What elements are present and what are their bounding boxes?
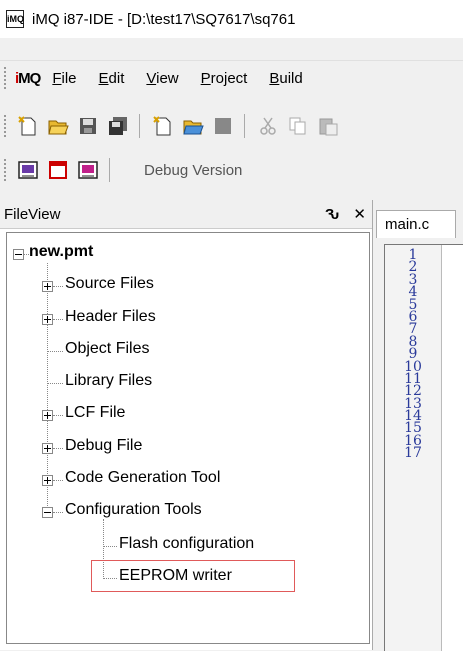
tree-item-configuration-tools[interactable]: Configuration Tools bbox=[65, 501, 202, 519]
menu-project[interactable]: Project bbox=[201, 70, 248, 87]
menu-view[interactable]: View bbox=[146, 70, 178, 87]
menubar-grip[interactable] bbox=[4, 67, 9, 89]
tree-item-debug-file[interactable]: Debug File bbox=[65, 437, 142, 455]
tree-line bbox=[47, 351, 63, 352]
toolbar-separator bbox=[139, 114, 140, 138]
toolbar-separator bbox=[244, 114, 245, 138]
menu-file[interactable]: File bbox=[52, 70, 76, 87]
build-configuration-label[interactable]: Debug Version bbox=[144, 162, 242, 179]
memory-icon[interactable] bbox=[17, 159, 39, 181]
window-icon[interactable] bbox=[47, 159, 69, 181]
menu-build[interactable]: Build bbox=[269, 70, 302, 87]
tree-line bbox=[53, 448, 63, 449]
line-number: 17 bbox=[404, 445, 422, 462]
tree-root-new-pmt[interactable]: new.pmt bbox=[29, 243, 93, 261]
expand-toggle-lcf-file[interactable] bbox=[42, 410, 53, 421]
build-toolbar: Debug Version bbox=[0, 152, 365, 188]
title-bar: iMQ iMQ i87-IDE - [D:\test17\SQ7617\sq76… bbox=[0, 0, 463, 38]
line-number-gutter: 1 2 3 4 5 6 7 8 9 10 11 12 13 14 15 16 17 bbox=[385, 245, 442, 651]
menu-bar: iMQ File Edit View Project Build bbox=[0, 60, 463, 95]
pin-icon[interactable]: Ԅ bbox=[325, 206, 339, 223]
menu-edit[interactable]: Edit bbox=[99, 70, 125, 87]
new-file-icon[interactable] bbox=[17, 115, 39, 137]
expand-toggle-header-files[interactable] bbox=[42, 314, 53, 325]
fileview-panel: FileView Ԅ ✕ new.pmt Source Files Header… bbox=[0, 200, 373, 650]
tree-line bbox=[53, 480, 63, 481]
toolbar-separator bbox=[109, 158, 110, 182]
tree-item-object-files[interactable]: Object Files bbox=[65, 340, 149, 358]
tree-item-header-files[interactable]: Header Files bbox=[65, 308, 156, 326]
tree-item-source-files[interactable]: Source Files bbox=[65, 275, 154, 293]
app-logo-icon: iMQ bbox=[6, 10, 24, 28]
menu-logo-icon[interactable]: iMQ bbox=[15, 70, 41, 87]
eeprom-writer-highlight bbox=[91, 560, 295, 592]
cut-icon[interactable] bbox=[257, 115, 279, 137]
editor-pane: main.c 1 2 3 4 5 6 7 8 9 10 11 12 13 14 15 16 17 bbox=[376, 200, 463, 651]
new-project-icon[interactable] bbox=[152, 115, 174, 137]
expand-toggle-source-files[interactable] bbox=[42, 281, 53, 292]
save-all-icon[interactable] bbox=[107, 115, 129, 137]
close-project-icon[interactable] bbox=[212, 115, 234, 137]
tree-item-flash-configuration[interactable]: Flash configuration bbox=[119, 535, 254, 553]
open-folder-icon[interactable] bbox=[47, 115, 69, 137]
paste-icon[interactable] bbox=[317, 115, 339, 137]
tree-line bbox=[47, 263, 48, 508]
tree-line bbox=[103, 546, 117, 547]
window-title: iMQ i87-IDE - [D:\test17\SQ7617\sq761 bbox=[32, 10, 296, 28]
close-icon[interactable]: ✕ bbox=[353, 206, 366, 223]
toolbar-grip[interactable] bbox=[4, 115, 9, 137]
save-icon[interactable] bbox=[77, 115, 99, 137]
tree-line bbox=[53, 512, 63, 513]
fileview-header: FileView Ԅ ✕ bbox=[0, 200, 372, 229]
expand-toggle-debug-file[interactable] bbox=[42, 443, 53, 454]
tree-item-lcf-file[interactable]: LCF File bbox=[65, 404, 125, 422]
debug-memory-icon[interactable] bbox=[77, 159, 99, 181]
expand-toggle-code-generation-tool[interactable] bbox=[42, 475, 53, 486]
toolbar-grip[interactable] bbox=[4, 159, 9, 181]
standard-toolbar bbox=[0, 108, 463, 144]
tree-line bbox=[53, 415, 63, 416]
tree-line bbox=[47, 383, 63, 384]
fileview-title: FileView bbox=[4, 205, 61, 223]
tree-line bbox=[53, 319, 63, 320]
open-project-icon[interactable] bbox=[182, 115, 204, 137]
tab-main-c[interactable]: main.c bbox=[376, 210, 456, 238]
tree-item-library-files[interactable]: Library Files bbox=[65, 372, 152, 390]
collapse-toggle-configuration-tools[interactable] bbox=[42, 507, 53, 518]
code-editor[interactable]: 1 2 3 4 5 6 7 8 9 10 11 12 13 14 15 16 17 bbox=[384, 244, 463, 651]
project-tree: new.pmt Source Files Header Files Object… bbox=[6, 232, 370, 644]
tree-item-code-generation-tool[interactable]: Code Generation Tool bbox=[65, 469, 220, 487]
copy-icon[interactable] bbox=[287, 115, 309, 137]
tree-line bbox=[53, 286, 63, 287]
